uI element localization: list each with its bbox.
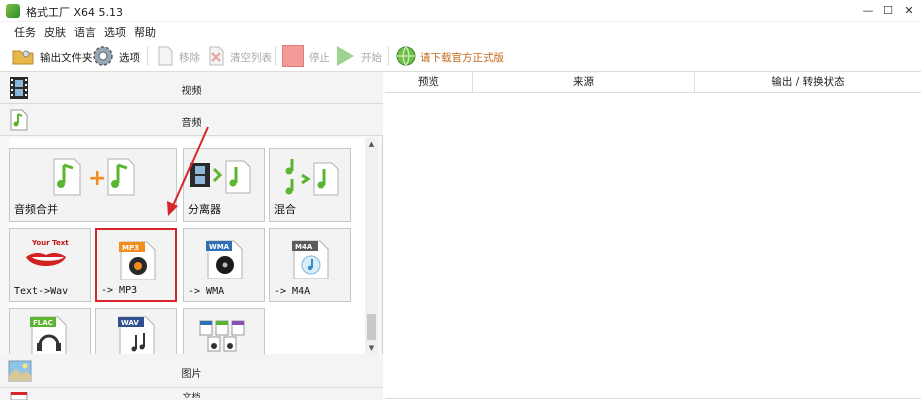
tool-to-mp3-label: -> MP3 — [101, 285, 138, 296]
tool-multi-format[interactable] — [183, 308, 265, 354]
stop-label: 停止 — [309, 52, 330, 64]
category-image-label: 图片 — [181, 369, 202, 380]
tool-to-m4a-label: -> M4A — [274, 286, 311, 297]
svg-text:FLAC: FLAC — [33, 319, 53, 327]
tool-to-flac[interactable]: FLAC — [9, 308, 91, 354]
multi-file-icon — [199, 320, 245, 352]
globe-icon — [396, 46, 416, 66]
scroll-down-icon[interactable]: ▼ — [365, 342, 378, 354]
tool-mix[interactable]: 混合 — [269, 148, 351, 222]
output-folder-label: 输出文件夹 — [40, 52, 93, 64]
m4a-file-icon: M4A — [292, 240, 329, 279]
window-title: 格式工厂 X64 5.13 — [26, 6, 124, 19]
svg-text:Your Text: Your Text — [31, 239, 69, 247]
output-folder-button[interactable]: 输出文件夹 — [12, 43, 93, 69]
app-logo-icon — [6, 4, 20, 18]
clear-list-label: 清空列表 — [230, 52, 272, 64]
column-output-status[interactable]: 输出 / 转换状态 — [695, 72, 921, 93]
start-button[interactable]: 开始 — [334, 43, 384, 69]
options-button[interactable]: 选项 — [92, 43, 142, 69]
toolbar: 输出文件夹 选项 移除 清空列表 停止 开始 请下载官方正式版 — [0, 40, 921, 72]
tool-splitter-label: 分离器 — [188, 203, 221, 216]
category-document-label: 文档 — [182, 393, 201, 400]
tool-text-to-wav[interactable]: Your Text Text->Wav — [9, 228, 91, 302]
svg-text:MP3: MP3 — [122, 244, 139, 252]
download-official-button[interactable]: 请下载官方正式版 — [395, 43, 505, 69]
remove-label: 移除 — [179, 52, 200, 64]
clear-list-button[interactable]: 清空列表 — [205, 43, 272, 69]
audio-merge-icon: + — [53, 158, 135, 196]
tool-to-mp3[interactable]: MP3 -> MP3 — [95, 228, 177, 302]
tool-splitter[interactable]: 分离器 — [183, 148, 265, 222]
tool-text-to-wav-label: Text->Wav — [14, 286, 69, 297]
category-video[interactable]: 视频 — [0, 72, 383, 104]
toolbar-separator — [147, 46, 148, 66]
mix-icon — [285, 159, 339, 196]
flac-file-icon: FLAC — [30, 316, 67, 354]
tool-grid-scrollbar[interactable]: ▲ ▼ — [365, 138, 378, 354]
menu-task[interactable]: 任务 — [14, 24, 36, 40]
stop-icon — [282, 45, 304, 67]
menu-options[interactable]: 选项 — [104, 24, 126, 40]
toolbar-separator — [388, 46, 389, 66]
document-remove-icon — [158, 46, 173, 66]
scroll-up-icon[interactable]: ▲ — [365, 138, 378, 150]
scrollbar-thumb[interactable] — [367, 314, 376, 340]
menu-help[interactable]: 帮助 — [134, 24, 156, 40]
folder-icon — [12, 50, 34, 65]
svg-text:WMA: WMA — [209, 243, 230, 251]
tool-to-wma-label: -> WMA — [188, 286, 225, 297]
download-label: 请下载官方正式版 — [420, 52, 504, 64]
toolbar-separator — [275, 46, 276, 66]
play-icon — [337, 46, 354, 66]
clear-list-icon — [209, 46, 224, 66]
tool-to-m4a[interactable]: M4A -> M4A — [269, 228, 351, 302]
column-source[interactable]: 来源 — [473, 72, 695, 93]
category-audio[interactable]: 音频 — [0, 104, 383, 136]
column-preview[interactable]: 预览 — [385, 72, 473, 93]
speaking-mouth-icon: Your Text — [26, 239, 69, 266]
start-label: 开始 — [361, 52, 382, 64]
task-list-panel[interactable]: 预览 来源 输出 / 转换状态 — [385, 72, 921, 400]
remove-button[interactable]: 移除 — [154, 43, 200, 69]
title-bar: 格式工厂 X64 5.13 — ☐ ✕ — [0, 0, 921, 22]
options-label: 选项 — [119, 52, 140, 64]
gear-icon — [93, 46, 113, 66]
mp3-file-icon: MP3 — [119, 241, 156, 280]
menu-language[interactable]: 语言 — [74, 24, 96, 40]
audio-tool-grid: + 音频合并 分离器 混合 Your Text Text->Wav MP3 ->… — [9, 138, 365, 354]
category-document[interactable]: 文档 — [0, 388, 383, 400]
wav-file-icon: WAV — [118, 316, 155, 354]
category-audio-label: 音频 — [181, 118, 202, 129]
close-button[interactable]: ✕ — [897, 0, 921, 22]
svg-text:WAV: WAV — [121, 319, 139, 327]
svg-text:M4A: M4A — [295, 243, 313, 251]
category-image[interactable]: 图片 — [0, 354, 383, 388]
tool-to-wma[interactable]: WMA -> WMA — [183, 228, 265, 302]
category-video-label: 视频 — [181, 86, 202, 97]
tool-audio-merge[interactable]: + 音频合并 — [9, 148, 177, 222]
menu-bar: 任务 皮肤 语言 选项 帮助 — [0, 22, 921, 40]
menu-skin[interactable]: 皮肤 — [44, 24, 66, 40]
tool-mix-label: 混合 — [274, 203, 296, 216]
svg-text:+: + — [88, 166, 106, 191]
splitter-icon — [190, 160, 251, 194]
tool-to-wav[interactable]: WAV — [95, 308, 177, 354]
category-panel: 视频 音频 + 音频合并 分离器 混合 Your Text Text->Wav … — [0, 72, 383, 400]
wma-file-icon: WMA — [206, 240, 243, 279]
tool-audio-merge-label: 音频合并 — [14, 203, 58, 216]
stop-button[interactable]: 停止 — [282, 43, 330, 69]
